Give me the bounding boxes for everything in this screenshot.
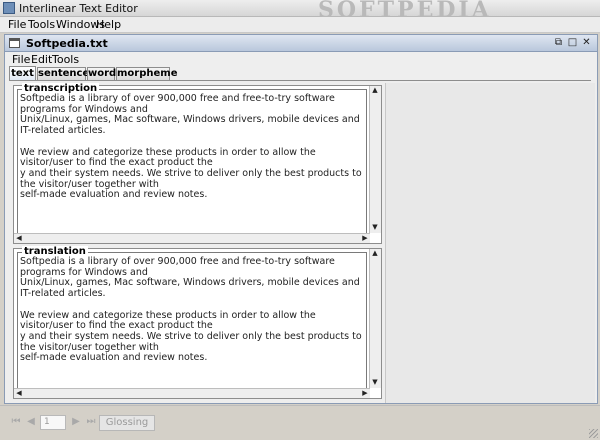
translation-box[interactable]: translation Softpedia is a library of ov… <box>13 246 382 399</box>
resize-grip-icon[interactable] <box>589 429 598 438</box>
tab-text[interactable]: text <box>9 66 36 81</box>
translation-vertical-scrollbar[interactable]: ▲ ▼ <box>369 249 381 388</box>
menu-tools[interactable]: Tools <box>28 18 55 31</box>
document-menubar: File Edit Tools <box>5 53 597 67</box>
document-title-bar[interactable]: Softpedia.txt ⧉ □ ✕ <box>5 35 597 52</box>
doc-menu-file[interactable]: File <box>12 53 30 66</box>
transcription-group: transcription Softpedia is a library of … <box>17 83 367 234</box>
translation-text[interactable]: Softpedia is a library of over 900,000 f… <box>20 256 366 364</box>
tab-sentence[interactable]: sentence <box>37 67 89 81</box>
app-icon <box>3 2 15 14</box>
maximize-icon[interactable]: □ <box>567 38 578 49</box>
tab-divider <box>9 80 591 81</box>
scroll-left-icon[interactable]: ◀ <box>14 389 24 398</box>
editor-panel: transcription Softpedia is a library of … <box>10 83 384 403</box>
restore-icon[interactable]: ⧉ <box>553 38 564 49</box>
translation-group: translation Softpedia is a library of ov… <box>17 246 367 389</box>
scroll-down-icon[interactable]: ▼ <box>370 378 380 387</box>
transcription-horizontal-scrollbar[interactable]: ◀ ▶ <box>14 233 370 243</box>
window-title: Interlinear Text Editor <box>19 2 138 15</box>
transcription-text[interactable]: Softpedia is a library of over 900,000 f… <box>20 93 366 201</box>
scroll-right-icon[interactable]: ▶ <box>360 389 370 398</box>
document-icon <box>9 38 20 48</box>
glossing-button[interactable]: Glossing <box>99 415 155 431</box>
transcription-vertical-scrollbar[interactable]: ▲ ▼ <box>369 86 381 233</box>
window-title-bar: Interlinear Text Editor SOFTPEDIA <box>0 0 600 23</box>
main-menubar: File Tools Windows Help <box>0 17 600 33</box>
scroll-left-icon[interactable]: ◀ <box>14 234 24 243</box>
navigation-bar: ⏮ ◀ 1 ▶ ⏭ Glossing <box>0 405 600 440</box>
doc-menu-tools[interactable]: Tools <box>52 53 79 66</box>
document-frame: Softpedia.txt ⧉ □ ✕ File Edit Tools text… <box>4 34 598 404</box>
next-page-icon[interactable]: ▶ <box>70 415 82 429</box>
close-icon[interactable]: ✕ <box>581 38 592 49</box>
first-page-icon[interactable]: ⏮ <box>10 415 22 429</box>
page-number-input[interactable]: 1 <box>40 415 66 430</box>
scroll-up-icon[interactable]: ▲ <box>370 249 380 258</box>
scroll-down-icon[interactable]: ▼ <box>370 223 380 232</box>
scroll-up-icon[interactable]: ▲ <box>370 86 380 95</box>
scroll-right-icon[interactable]: ▶ <box>360 234 370 243</box>
tab-word[interactable]: word <box>87 67 116 81</box>
side-panel <box>385 83 595 403</box>
doc-menu-edit[interactable]: Edit <box>31 53 52 66</box>
last-page-icon[interactable]: ⏭ <box>85 415 97 429</box>
previous-page-icon[interactable]: ◀ <box>25 415 37 429</box>
menu-help[interactable]: Help <box>96 18 121 31</box>
transcription-box[interactable]: transcription Softpedia is a library of … <box>13 83 382 244</box>
menu-file[interactable]: File <box>8 18 26 31</box>
document-title: Softpedia.txt <box>26 37 108 50</box>
tab-morpheme[interactable]: morpheme <box>116 67 177 81</box>
translation-horizontal-scrollbar[interactable]: ◀ ▶ <box>14 388 370 398</box>
